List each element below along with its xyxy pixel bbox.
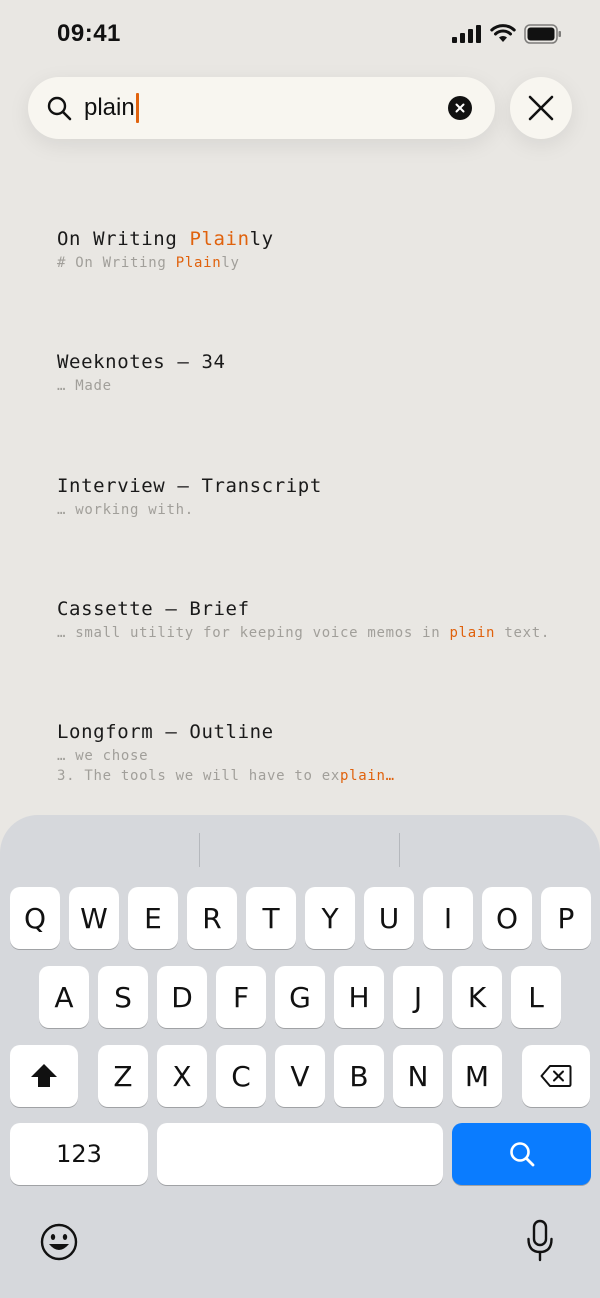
result-snippet: … small utility for keeping voice memos …	[57, 623, 577, 643]
wifi-icon	[490, 24, 516, 42]
result-title-text: ly	[249, 228, 274, 250]
cellular-signal-icon	[452, 25, 481, 43]
clear-search-button[interactable]	[448, 96, 472, 120]
close-search-button[interactable]	[510, 77, 572, 139]
close-icon	[528, 95, 554, 121]
status-time: 09:41	[57, 20, 121, 47]
result-snippet-text: ly	[221, 255, 240, 271]
result-title-highlight: Plain	[189, 228, 250, 250]
key-i[interactable]: I	[423, 887, 473, 949]
key-g[interactable]: G	[275, 966, 325, 1028]
key-y[interactable]: Y	[305, 887, 355, 949]
clear-icon	[455, 103, 465, 113]
search-result[interactable]: Cassette — Brief … small utility for kee…	[57, 595, 577, 643]
key-s[interactable]: S	[98, 966, 148, 1028]
result-snippet-text: … small utility for keeping voice memos …	[57, 625, 450, 641]
result-title: Interview — Transcript	[57, 475, 322, 497]
key-p[interactable]: P	[541, 887, 591, 949]
result-snippet: … Made	[57, 378, 112, 394]
search-input[interactable]: plain	[84, 91, 139, 125]
key-f[interactable]: F	[216, 966, 266, 1028]
result-snippet-highlight: plain…	[340, 768, 395, 784]
key-j[interactable]: J	[393, 966, 443, 1028]
shift-key[interactable]	[10, 1045, 78, 1107]
key-l[interactable]: L	[511, 966, 561, 1028]
result-snippet: … working with.	[57, 502, 194, 518]
key-e[interactable]: E	[128, 887, 178, 949]
space-key[interactable]	[157, 1123, 443, 1185]
result-snippet-text: text.	[495, 625, 550, 641]
search-bar[interactable]: plain	[28, 77, 495, 139]
search-key[interactable]	[452, 1123, 591, 1185]
text-caret	[135, 93, 139, 123]
key-k[interactable]: K	[452, 966, 502, 1028]
key-q[interactable]: Q	[10, 887, 60, 949]
key-x[interactable]: X	[157, 1045, 207, 1107]
key-u[interactable]: U	[364, 887, 414, 949]
status-bar: 09:41	[0, 0, 600, 70]
microphone-icon[interactable]	[526, 1219, 554, 1263]
prediction-divider	[399, 833, 400, 867]
search-icon	[509, 1142, 534, 1167]
key-m[interactable]: M	[452, 1045, 502, 1107]
result-snippet-text: # On Writing	[57, 255, 176, 271]
prediction-divider	[199, 833, 200, 867]
search-result[interactable]: Weeknotes — 34 … Made	[57, 348, 577, 396]
search-result[interactable]: Interview — Transcript … working with.	[57, 472, 577, 520]
emoji-icon[interactable]	[40, 1223, 78, 1261]
result-snippet: 3. The tools we will have to explain…	[57, 766, 577, 786]
search-result[interactable]: Longform — Outline … we chose 3. The too…	[57, 718, 577, 786]
key-o[interactable]: O	[482, 887, 532, 949]
search-icon	[47, 96, 72, 121]
result-title: Cassette — Brief	[57, 598, 250, 620]
result-snippet-highlight: Plain	[175, 255, 222, 271]
key-v[interactable]: V	[275, 1045, 325, 1107]
key-b[interactable]: B	[334, 1045, 384, 1107]
key-z[interactable]: Z	[98, 1045, 148, 1107]
delete-key[interactable]	[522, 1045, 590, 1107]
key-c[interactable]: C	[216, 1045, 266, 1107]
result-title: Longform — Outline	[57, 721, 274, 743]
key-h[interactable]: H	[334, 966, 384, 1028]
key-t[interactable]: T	[246, 887, 296, 949]
result-title: Weeknotes — 34	[57, 351, 226, 373]
status-icons	[452, 24, 562, 44]
key-w[interactable]: W	[69, 887, 119, 949]
result-title-text: On Writing	[57, 228, 190, 250]
key-a[interactable]: A	[39, 966, 89, 1028]
search-result[interactable]: On Writing Plainly # On Writing Plainly	[57, 225, 577, 273]
shift-icon	[31, 1064, 57, 1087]
search-query: plain	[84, 94, 135, 121]
key-n[interactable]: N	[393, 1045, 443, 1107]
numbers-key[interactable]: 123	[10, 1123, 148, 1185]
result-snippet-text: 3. The tools we will have to ex	[57, 768, 340, 784]
result-snippet: … we chose	[57, 748, 149, 764]
key-r[interactable]: R	[187, 887, 237, 949]
battery-icon	[524, 24, 561, 44]
result-snippet-highlight: plain	[449, 625, 496, 641]
result-snippet: # On Writing Plainly	[57, 253, 577, 273]
result-title: On Writing Plainly	[57, 225, 577, 253]
keyboard: Q W E R T Y U I O P A S D F G H J K L Z …	[0, 815, 600, 1298]
key-d[interactable]: D	[157, 966, 207, 1028]
delete-icon	[540, 1065, 572, 1087]
